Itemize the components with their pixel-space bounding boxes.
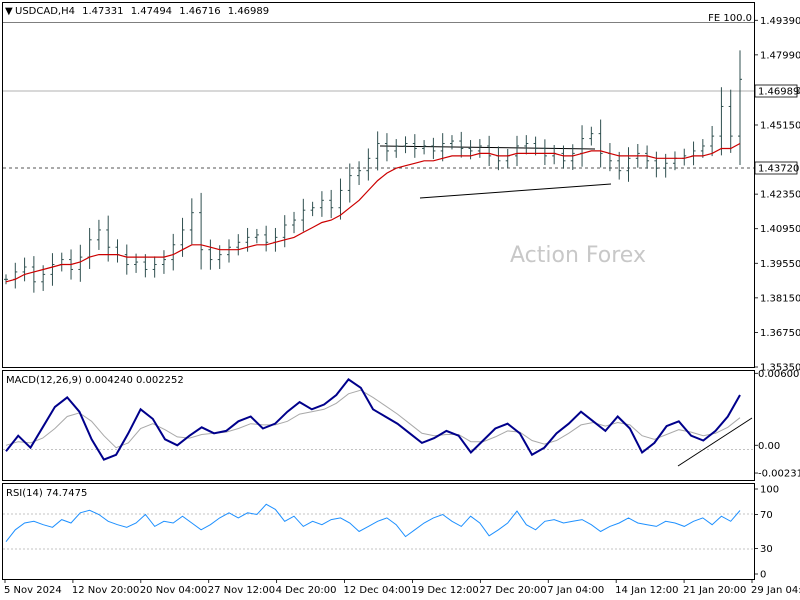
rsi-tick-label: 100 (760, 485, 779, 496)
rsi-axis: 100 70 30 0 (754, 485, 779, 581)
time-tick-label: 5 Nov 2024 (4, 585, 62, 596)
chart-area[interactable]: ▼ USDCAD,H4 1.47331 1.47494 1.46716 1.46… (0, 0, 800, 600)
time-tick-label: 29 Jan 04:00 (751, 585, 800, 596)
price-tick-label: 1.42350 (760, 190, 800, 201)
time-tick-label: 14 Jan 12:00 (615, 585, 678, 596)
price-tick-label: 1.47990 (760, 50, 800, 61)
watermark: Action Forex (510, 243, 646, 268)
price-axis: 1.493901.479901.465501.451501.423501.409… (754, 16, 800, 374)
price-panel[interactable] (2, 2, 755, 368)
macd-tick-label: 0.006007 (758, 369, 800, 380)
time-tick-label: 21 Jan 20:00 (683, 585, 746, 596)
symbol-menu-icon[interactable]: ▼ (5, 6, 13, 17)
price-tick-label: 1.38150 (760, 293, 800, 304)
rsi-tick-label: 0 (760, 570, 766, 581)
price-tick-label: 1.45150 (760, 120, 800, 131)
time-tick-label: 27 Dec 20:00 (479, 585, 546, 596)
time-tick-label: 20 Nov 04:00 (140, 585, 207, 596)
macd-tick-label: 0.00 (758, 441, 780, 452)
price-tick-label: 1.36750 (760, 328, 800, 339)
rsi-tick-label: 70 (760, 510, 773, 521)
price-tick-label: 1.40950 (760, 224, 800, 235)
price-tick-label: 1.49390 (760, 16, 800, 27)
time-tick-label: 27 Nov 12:00 (208, 585, 275, 596)
rsi-panel[interactable] (2, 483, 755, 580)
current-price-label: 1.46989 (758, 87, 799, 98)
chart-header-ohlc: USDCAD,H4 1.47331 1.47494 1.46716 1.4698… (15, 6, 269, 17)
time-tick-label: 7 Jan 04:00 (547, 585, 604, 596)
price-tick-label: 1.39550 (760, 259, 800, 270)
macd-title: MACD(12,26,9) 0.004240 0.002252 (6, 375, 184, 386)
level-price-label: 1.43720 (758, 164, 799, 175)
time-tick-label: 19 Dec 12:00 (411, 585, 478, 596)
macd-panel[interactable] (2, 370, 755, 481)
macd-tick-label: -0.002318 (758, 469, 800, 480)
time-tick-label: 12 Nov 20:00 (72, 585, 139, 596)
rsi-tick-label: 30 (760, 544, 773, 555)
time-tick-label: 12 Dec 04:00 (344, 585, 411, 596)
time-axis: 5 Nov 2024 12 Nov 20:00 20 Nov 04:00 27 Nov… (4, 579, 800, 596)
macd-axis: 0.006007 0.00 -0.002318 (754, 369, 800, 480)
time-tick-label: 4 Dec 20:00 (276, 585, 337, 596)
rsi-title: RSI(14) 74.7475 (6, 488, 87, 499)
